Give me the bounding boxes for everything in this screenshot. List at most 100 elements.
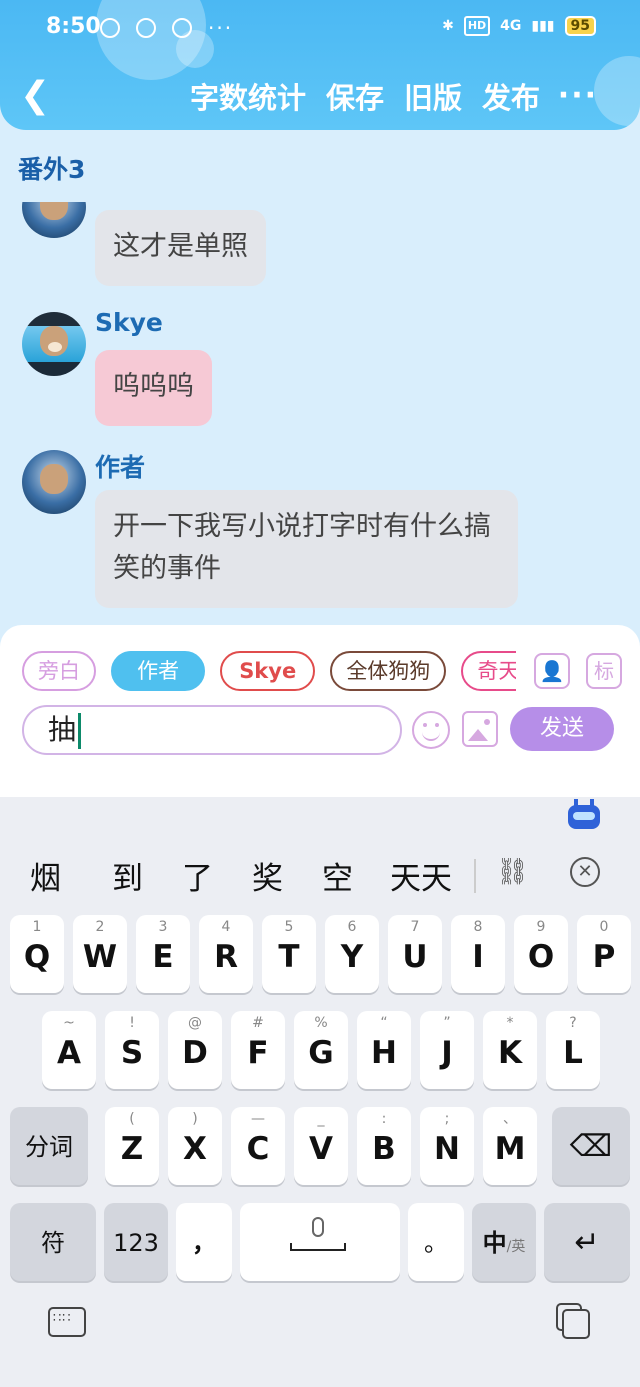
enter-icon: ↵ xyxy=(574,1225,600,1260)
key-j[interactable]: ” J xyxy=(420,1011,474,1089)
key-label: L xyxy=(563,1035,583,1071)
key-i[interactable]: 8I xyxy=(451,915,505,993)
chat-message[interactable]: 呜呜呜 xyxy=(95,350,212,426)
key-v[interactable]: _ V xyxy=(294,1107,348,1185)
key-n[interactable]: ; N xyxy=(420,1107,474,1185)
role-chip[interactable]: 奇天 xyxy=(461,651,516,691)
more-icon[interactable]: ··· xyxy=(558,76,598,116)
chat-message[interactable]: 这才是单照 xyxy=(95,210,266,286)
ai-assistant-icon[interactable] xyxy=(566,799,602,829)
key-sub-label: ( xyxy=(129,1111,135,1127)
candidate-word[interactable]: 了 xyxy=(182,853,213,898)
network-type: 4G xyxy=(500,18,522,34)
key-c[interactable]: — C xyxy=(231,1107,285,1185)
key-o[interactable]: 9O xyxy=(514,915,568,993)
key-label: Q xyxy=(23,939,51,975)
message-input[interactable]: 抽 xyxy=(22,705,402,755)
text-cursor xyxy=(78,713,82,749)
key-label: I xyxy=(472,939,484,975)
shield-icon xyxy=(136,18,156,38)
key-d[interactable]: @ D xyxy=(168,1011,222,1089)
close-candidates-icon[interactable]: ✕ xyxy=(570,857,600,887)
battery-icon: 95 xyxy=(564,16,596,36)
key-t[interactable]: 5T xyxy=(262,915,316,993)
key-h[interactable]: “H xyxy=(357,1011,411,1089)
clipboard-icon[interactable] xyxy=(556,1303,590,1339)
candidate-word[interactable]: 天天 xyxy=(390,853,452,898)
back-icon[interactable]: ❮ xyxy=(20,76,60,120)
key-label: M xyxy=(494,1131,526,1167)
assistant-icon xyxy=(172,18,192,38)
key-y[interactable]: 6Y xyxy=(325,915,379,993)
status-right-icons: ✱ HD 4G ▮▮▮ 95 xyxy=(442,16,596,36)
publish-button[interactable]: 发布 xyxy=(482,76,540,120)
role-chip-selected[interactable]: 作者 xyxy=(111,651,206,691)
key-x[interactable]: ) X xyxy=(168,1107,222,1185)
candidate-word[interactable]: 到 xyxy=(112,853,143,898)
candidate-word[interactable]: 奖 xyxy=(252,853,283,898)
key-label: D xyxy=(182,1035,208,1071)
image-icon[interactable] xyxy=(462,711,498,747)
period-key[interactable]: 。 xyxy=(408,1203,464,1281)
avatar-figure xyxy=(40,202,68,220)
avatar[interactable] xyxy=(22,450,86,514)
role-chip[interactable]: Skye xyxy=(220,651,316,691)
key-label: Z xyxy=(120,1131,144,1167)
enter-key[interactable]: ↵ xyxy=(544,1203,630,1281)
key-l[interactable]: ? L xyxy=(546,1011,600,1089)
backspace-key[interactable]: ⌫ xyxy=(552,1107,630,1185)
key-g[interactable]: % G xyxy=(294,1011,348,1089)
candidate-word[interactable]: 空 xyxy=(322,853,353,898)
key-a[interactable]: ~ A xyxy=(42,1011,96,1089)
key-sub-label: # xyxy=(252,1015,264,1031)
status-bar: 8:50 ··· ✱ HD 4G ▮▮▮ 95 xyxy=(0,0,640,60)
tag-button[interactable]: 标 xyxy=(586,653,622,689)
hd-icon: HD xyxy=(463,16,491,36)
candidate-word[interactable]: 烟 xyxy=(30,853,61,898)
key-u[interactable]: 7U xyxy=(388,915,442,993)
old-version-button[interactable]: 旧版 xyxy=(404,76,462,120)
key-label: 分词 xyxy=(25,1133,73,1161)
send-button[interactable]: 发送 xyxy=(510,707,614,751)
sender-name: 作者 xyxy=(95,453,146,482)
key-q[interactable]: 1Q xyxy=(10,915,64,993)
role-chip[interactable]: 旁白 xyxy=(22,651,96,691)
emoji-icon[interactable] xyxy=(412,711,450,749)
bot-visor xyxy=(573,812,595,820)
keyboard-switch-icon[interactable] xyxy=(48,1307,86,1337)
key-w[interactable]: 2W xyxy=(73,915,127,993)
key-z[interactable]: (Z xyxy=(105,1107,159,1185)
key-k[interactable]: * K xyxy=(483,1011,537,1089)
key-sub-label: ” xyxy=(443,1015,451,1031)
key-label: O xyxy=(527,939,555,975)
space-key[interactable] xyxy=(240,1203,400,1281)
bluetooth-icon: ✱ xyxy=(442,18,454,34)
role-chip[interactable]: 全体狗狗 xyxy=(330,651,447,691)
key-m[interactable]: 、 M xyxy=(483,1107,537,1185)
avatar[interactable] xyxy=(22,312,86,376)
key-s[interactable]: ! S xyxy=(105,1011,159,1089)
key-sub-label: : xyxy=(381,1111,387,1127)
key-p[interactable]: 0P xyxy=(577,915,631,993)
key-b[interactable]: :B xyxy=(357,1107,411,1185)
word-count-button[interactable]: 字数统计 xyxy=(190,76,306,120)
symbol-key[interactable]: 符 xyxy=(10,1203,96,1281)
key-sub-label: ; xyxy=(444,1111,450,1127)
character-icon[interactable]: 👤 xyxy=(534,653,570,689)
key-sub-label: — xyxy=(251,1111,265,1127)
save-button[interactable]: 保存 xyxy=(326,76,384,120)
key-label: B xyxy=(372,1131,396,1167)
numbers-key[interactable]: 123 xyxy=(104,1203,168,1281)
chat-message[interactable]: 开一下我写小说打字时有什么搞笑的事件 xyxy=(95,490,518,608)
key-e[interactable]: 3E xyxy=(136,915,190,993)
key-f[interactable]: # F xyxy=(231,1011,285,1089)
key-r[interactable]: 4R xyxy=(199,915,253,993)
comma-key[interactable]: ， xyxy=(176,1203,232,1281)
language-switch-key[interactable]: 中/英 xyxy=(472,1203,536,1281)
link-icon[interactable]: ⛓ xyxy=(496,857,529,887)
segment-key[interactable]: 分词 xyxy=(10,1107,88,1185)
key-sub-label: 3 xyxy=(158,919,168,935)
key-label: K xyxy=(497,1035,523,1071)
key-label: P xyxy=(592,939,616,975)
chapter-title: 番外3 xyxy=(18,155,86,184)
